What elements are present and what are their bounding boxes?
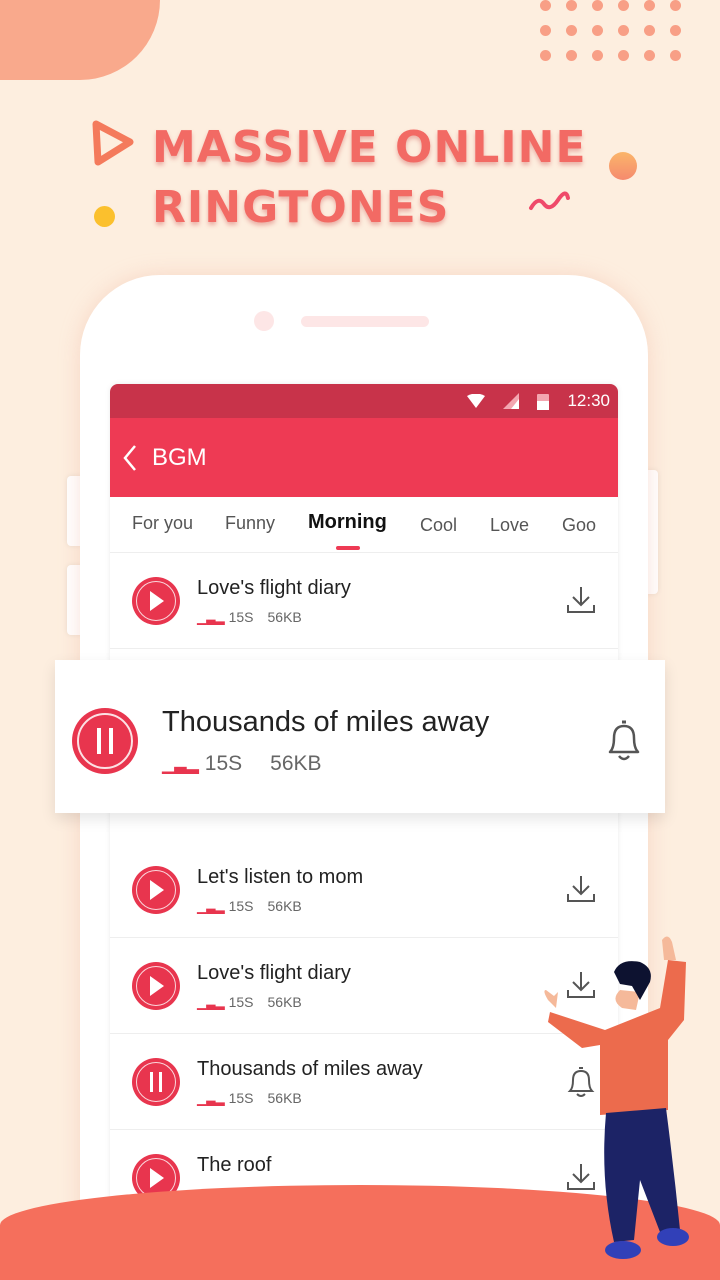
decor-dot (618, 0, 629, 11)
decor-dot (566, 25, 577, 36)
ringtone-size: 56KB (267, 609, 302, 625)
now-playing-duration: 15S (204, 752, 243, 775)
decor-dot (540, 50, 551, 61)
decor-dot (670, 25, 681, 36)
person-illustration (544, 936, 689, 1259)
app-bar: BGM (110, 418, 618, 497)
audio-bars-icon: ▁▃▂ (197, 1092, 225, 1106)
ringtone-title: Let's listen to mom (197, 866, 364, 888)
battery-icon (537, 394, 550, 410)
ringtone-title: Love's flight diary (197, 577, 351, 599)
ringtone-title: The roof (197, 1154, 272, 1176)
play-icon (150, 591, 164, 611)
ringtone-row[interactable]: Let's listen to mom ▁▃▂ 15S 56KB (110, 842, 618, 938)
phone-speaker (301, 316, 429, 327)
promo-headline: MASSIVE ONLINE RINGTONES (152, 118, 587, 238)
ringtone-duration: 15S (228, 994, 254, 1010)
page-title: BGM (152, 443, 207, 471)
decor-dot (670, 50, 681, 61)
category-tabs: For you Funny Morning Cool Love Goo (110, 497, 618, 553)
tab-cool[interactable]: Cool (420, 515, 457, 536)
tab-morning[interactable]: Morning (308, 511, 387, 534)
tab-funny[interactable]: Funny (225, 513, 275, 534)
decor-dot (644, 0, 655, 11)
wifi-icon (467, 394, 486, 408)
decor-dot (540, 0, 551, 11)
play-button[interactable] (132, 577, 180, 625)
ringtone-duration: 15S (228, 609, 254, 625)
decor-dot (540, 25, 551, 36)
decor-orange-dot (609, 152, 637, 180)
status-bar: 12:30 (110, 384, 618, 418)
pause-button[interactable] (72, 708, 138, 774)
headline-line-1: MASSIVE ONLINE (152, 122, 587, 173)
ringtone-title: Love's flight diary (197, 962, 351, 984)
decor-dot (644, 25, 655, 36)
tab-love[interactable]: Love (490, 515, 529, 536)
ringtone-size: 56KB (267, 898, 302, 914)
decor-dot (644, 50, 655, 61)
active-tab-indicator (336, 546, 360, 550)
bell-icon[interactable] (604, 718, 644, 762)
play-icon (150, 1168, 164, 1188)
headline-line-2: RINGTONES (152, 182, 450, 233)
play-button[interactable] (132, 866, 180, 914)
ringtone-duration: 15S (228, 898, 254, 914)
download-icon[interactable] (566, 585, 596, 615)
ringtone-size: 56KB (267, 1090, 302, 1106)
ringtone-title: Thousands of miles away (197, 1058, 423, 1080)
pause-icon (150, 1072, 162, 1092)
tab-for-you[interactable]: For you (132, 513, 193, 534)
now-playing-size: 56KB (270, 752, 322, 775)
decor-dot (592, 25, 603, 36)
ringtone-size: 56KB (267, 994, 302, 1010)
audio-bars-icon: ▁▃▂ (197, 996, 225, 1010)
play-button[interactable] (132, 962, 180, 1010)
ringtone-row[interactable]: Love's flight diary ▁▃▂ 15S 56KB (110, 553, 618, 649)
decor-dot (618, 50, 629, 61)
audio-bars-icon: ▁▃▂ (197, 611, 225, 625)
logo-play-icon (92, 120, 134, 166)
phone-camera (254, 311, 274, 331)
decor-yellow-dot (94, 206, 115, 227)
decor-dot (618, 25, 629, 36)
tab-goo[interactable]: Goo (562, 515, 596, 536)
pause-button[interactable] (132, 1058, 180, 1106)
decor-circle (0, 0, 160, 80)
download-icon[interactable] (566, 874, 596, 904)
back-arrow-icon[interactable] (122, 444, 138, 472)
decor-dot (566, 0, 577, 11)
ringtone-duration: 15S (228, 1090, 254, 1106)
decor-dot (592, 50, 603, 61)
play-icon (150, 976, 164, 996)
now-playing-title: Thousands of miles away (162, 706, 490, 738)
decor-dot (592, 0, 603, 11)
play-icon (150, 880, 164, 900)
audio-bars-icon: ▁▃▂ (197, 900, 225, 914)
status-time: 12:30 (567, 391, 610, 410)
decor-dot (670, 0, 681, 11)
now-playing-card[interactable]: Thousands of miles away ▁▃▂ 15S 56KB (55, 660, 665, 813)
signal-icon (503, 393, 520, 409)
audio-bars-icon: ▁▃▂ (162, 757, 199, 774)
decor-dot (566, 50, 577, 61)
